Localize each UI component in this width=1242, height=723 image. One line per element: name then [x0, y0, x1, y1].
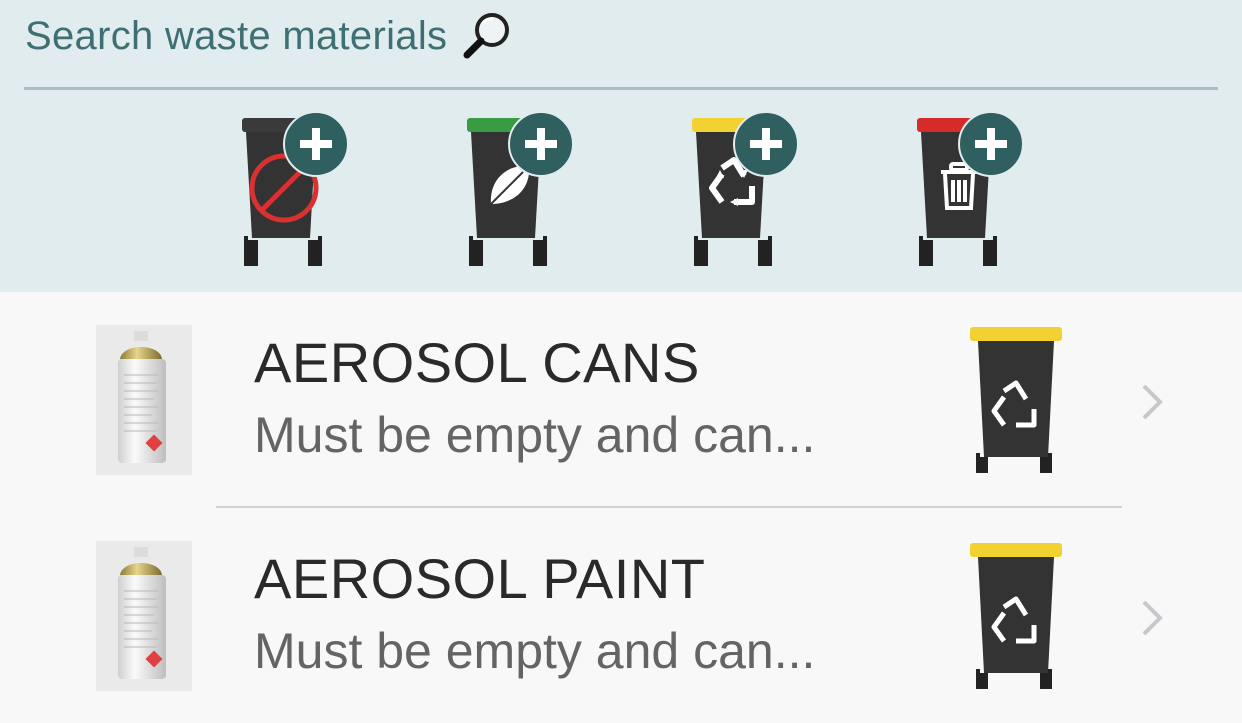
- item-title: AEROSOL PAINT: [254, 547, 706, 610]
- plus-badge-icon: [508, 111, 574, 177]
- bin-filter-landfill[interactable]: [915, 108, 1035, 272]
- plus-badge-icon: [733, 111, 799, 177]
- recycling-bin-icon: [970, 327, 1062, 473]
- chevron-right-icon: [1142, 600, 1163, 636]
- search-placeholder: Search waste materials: [25, 13, 448, 58]
- item-title: AEROSOL CANS: [254, 331, 700, 394]
- list-item[interactable]: AEROSOL PAINT Must be empty and can...: [0, 508, 1242, 723]
- item-description: Must be empty and can...: [254, 407, 816, 463]
- item-description: Must be empty and can...: [254, 623, 816, 679]
- bin-filter-recycling[interactable]: [690, 108, 810, 272]
- bin-filter-garden[interactable]: [465, 108, 585, 272]
- search-input[interactable]: Search waste materials: [25, 10, 515, 62]
- chevron-right-icon: [1142, 384, 1163, 420]
- recycling-bin-icon: [970, 543, 1062, 689]
- bin-filter-general[interactable]: [240, 108, 360, 272]
- list-item[interactable]: AEROSOL CANS Must be empty and can...: [0, 292, 1242, 507]
- aerosol-can-image: [96, 541, 192, 691]
- plus-badge-icon: [283, 111, 349, 177]
- aerosol-can-image: [96, 325, 192, 475]
- search-header: Search waste materials: [0, 0, 1242, 292]
- search-underline: [24, 87, 1218, 90]
- search-icon: [463, 13, 510, 59]
- plus-badge-icon: [958, 111, 1024, 177]
